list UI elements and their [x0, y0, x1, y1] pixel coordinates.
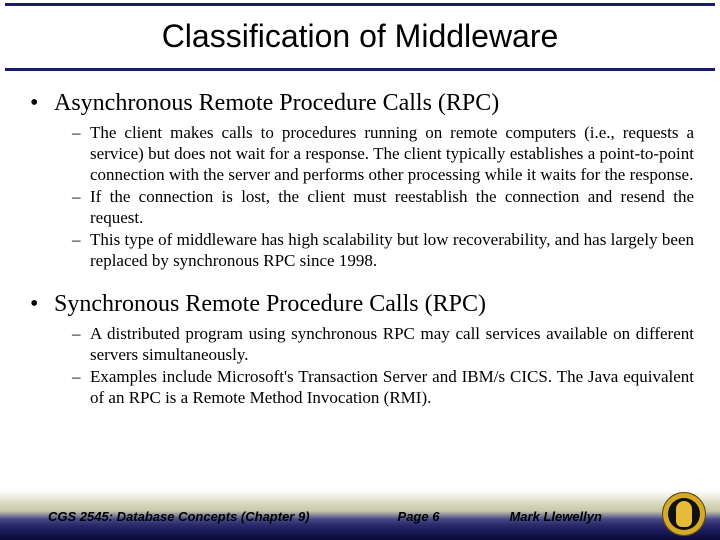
bullet-dash: – [72, 366, 90, 408]
bullet-text: This type of middleware has high scalabi… [90, 229, 694, 271]
slide-title: Classification of Middleware [0, 18, 720, 55]
bullet-dash: – [72, 186, 90, 228]
slide: Classification of Middleware • Asynchron… [0, 0, 720, 540]
nested-list: – The client makes calls to procedures r… [72, 122, 694, 271]
bullet-text: If the connection is lost, the client mu… [90, 186, 694, 228]
bullet-dot: • [30, 289, 54, 319]
bullet-heading: Asynchronous Remote Procedure Calls (RPC… [54, 88, 499, 118]
ucf-logo-icon [662, 492, 706, 536]
bullet-level2: – If the connection is lost, the client … [72, 186, 694, 228]
bullet-level2: – A distributed program using synchronou… [72, 323, 694, 365]
top-rule [5, 3, 715, 6]
bullet-level1: • Asynchronous Remote Procedure Calls (R… [30, 88, 694, 118]
bullet-heading: Synchronous Remote Procedure Calls (RPC) [54, 289, 486, 319]
bullet-dot: • [30, 88, 54, 118]
content-area: • Asynchronous Remote Procedure Calls (R… [30, 88, 694, 409]
footer-page: Page 6 [398, 509, 440, 524]
bullet-dash: – [72, 229, 90, 271]
footer-author: Mark Llewellyn [509, 509, 601, 524]
nested-list: – A distributed program using synchronou… [72, 323, 694, 408]
footer-text: CGS 2545: Database Concepts (Chapter 9) … [0, 509, 640, 524]
bullet-dash: – [72, 122, 90, 185]
bullet-text: A distributed program using synchronous … [90, 323, 694, 365]
bullet-level2: – This type of middleware has high scala… [72, 229, 694, 271]
bullet-text: Examples include Microsoft's Transaction… [90, 366, 694, 408]
bullet-level1: • Synchronous Remote Procedure Calls (RP… [30, 289, 694, 319]
bullet-level2: – Examples include Microsoft's Transacti… [72, 366, 694, 408]
title-rule [5, 68, 715, 71]
footer: CGS 2545: Database Concepts (Chapter 9) … [0, 490, 720, 540]
bullet-dash: – [72, 323, 90, 365]
bullet-level2: – The client makes calls to procedures r… [72, 122, 694, 185]
bullet-text: The client makes calls to procedures run… [90, 122, 694, 185]
footer-course: CGS 2545: Database Concepts (Chapter 9) [48, 509, 310, 524]
